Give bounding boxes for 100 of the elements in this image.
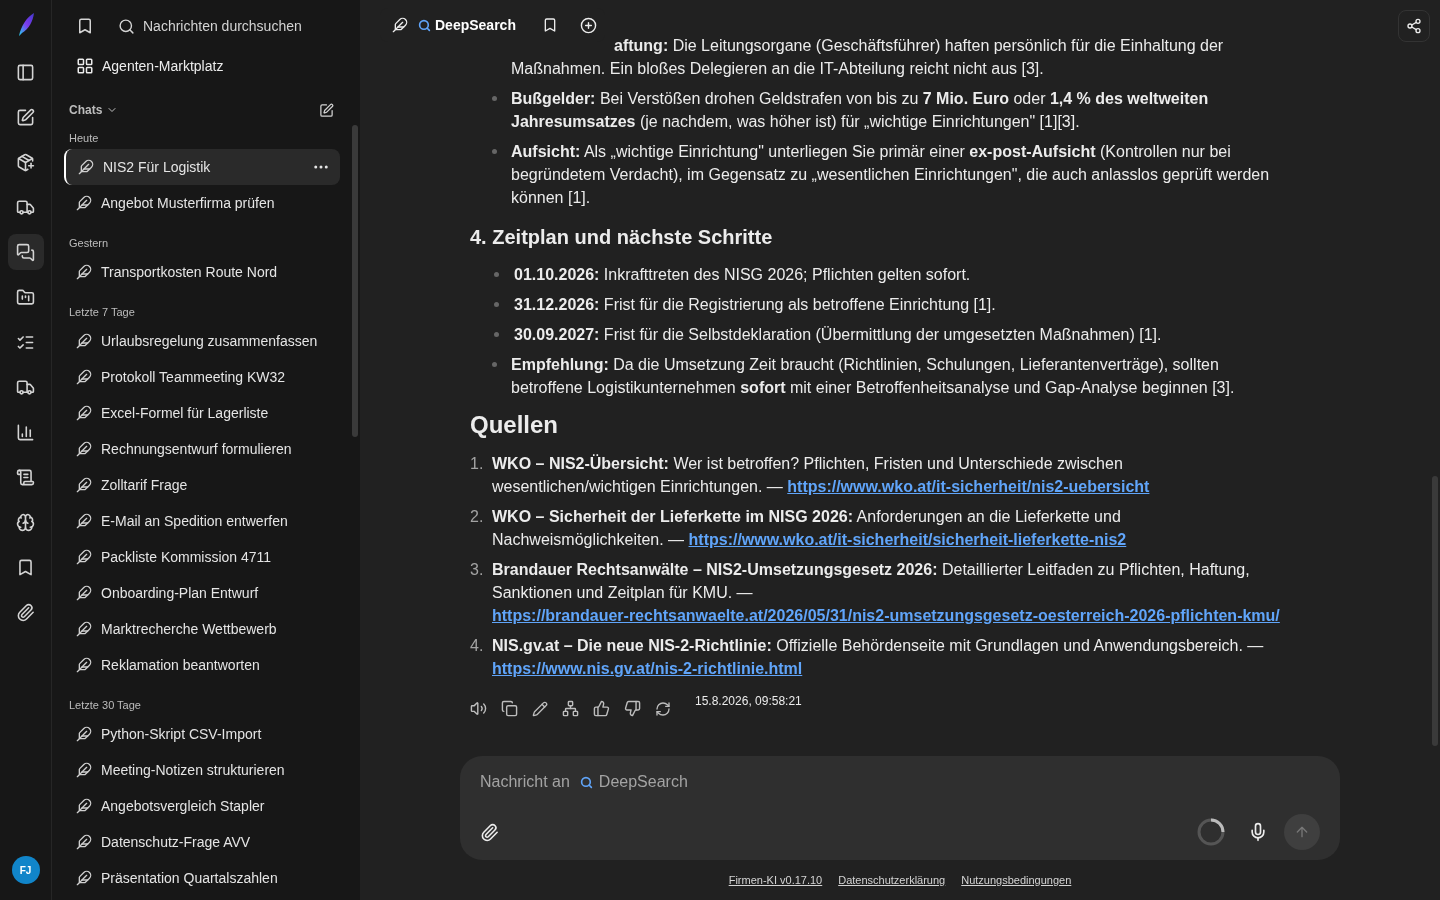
- chats-dropdown[interactable]: Chats: [69, 101, 119, 119]
- bookmark-icon[interactable]: [76, 17, 94, 35]
- footer-link[interactable]: Firmen-KI v0.17.10: [728, 871, 823, 889]
- feather-icon: [76, 264, 92, 280]
- feather-icon: [76, 405, 92, 421]
- pencil-icon[interactable]: [532, 700, 548, 717]
- bullet-text: Bußgelder: Bei Verstößen drohen Geldstrafen von bis zu 7 Mio. Euro oder 1,4 % des weltweiten Jahresumsatzes (je nachdem, was höher ist) für „wichtige Einrichtungen" [1][3].: [511, 89, 1210, 132]
- source-link[interactable]: https://www.wko.at/it-sicherheit/nis2-uebersicht: [787, 478, 1150, 495]
- paperclip-icon: [16, 602, 35, 622]
- chats-button[interactable]: [7, 234, 44, 270]
- feather-icon: [76, 333, 92, 349]
- chat-item[interactable]: Python-Skript CSV-Import: [64, 716, 340, 752]
- agent-chip[interactable]: DeepSearch: [418, 14, 516, 36]
- copy-icon[interactable]: [501, 700, 518, 717]
- source-text: NIS.gv.at – Die neue NIS-2-Richtlinie: Offizielle Behördenseite mit Grundlagen und Anwendungsbereich. — https://www.nis.gv.at/nis-2-richtlinie.html: [492, 636, 1265, 679]
- feather-icon[interactable]: [392, 17, 408, 33]
- source-text: WKO – Sicherheit der Lieferkette im NISG 2026: Anforderungen an die Lieferkette und Nachweismöglichkeiten. — https://www.wko.at/it-sicherheit/sicherheit-lieferkette-nis2: [492, 507, 1128, 550]
- chat-item[interactable]: Datenschutz-Frage AVV: [64, 824, 340, 860]
- source-link[interactable]: https://brandauer-rechtsanwaelte.at/2026/05/31/nis2-umsetzungsgesetz-oesterreich-2026-pflichten-kmu/: [492, 604, 1284, 627]
- feather-icon: [76, 195, 92, 211]
- chat-item[interactable]: Packliste Kommission 4711: [64, 539, 340, 575]
- chat-item[interactable]: Onboarding-Plan Entwurf: [64, 575, 340, 611]
- list-number: 3.: [470, 560, 484, 580]
- share-button[interactable]: [1398, 10, 1430, 42]
- paperclip-icon[interactable]: [480, 822, 499, 842]
- chat-title: Excel-Formel für Lagerliste: [101, 403, 270, 423]
- magnifier-icon: [579, 775, 593, 789]
- source-text: Brandauer Rechtsanwälte – NIS2-Umsetzungsgesetz 2026: Detaillierter Leitfaden zu Pflichten, Haftung, Sanktionen und Zeitplan für KMU. — https://brandauer-rechtsanwaelte.at/2026/05/31/nis2-umsetzungsgesetz-oesterreich-2026-pflichten-kmu/: [492, 558, 1284, 627]
- chat-item[interactable]: Marktrecherche Wettbewerb: [64, 611, 340, 647]
- regenerate-icon[interactable]: [655, 700, 671, 717]
- search-icon: [118, 17, 135, 35]
- bullet-icon: [492, 149, 497, 154]
- bullet-text: 30.09.2027: Frist für die Selbstdeklaration (Übermittlung der umgesetzten Maßnahmen) [1].: [514, 325, 1162, 345]
- chat-item[interactable]: Reklamation beantworten: [64, 647, 340, 683]
- chat-item[interactable]: NIS2 Für Logistik: [64, 149, 340, 185]
- branch-icon[interactable]: [562, 700, 579, 717]
- source-link[interactable]: https://www.nis.gv.at/nis-2-richtlinie.html: [492, 660, 803, 677]
- bar-chart-icon: [16, 422, 35, 442]
- chat-item[interactable]: Präsentation Quartalszahlen: [64, 860, 340, 896]
- chat-title: Python-Skript CSV-Import: [101, 724, 263, 744]
- feather-icon: [76, 369, 92, 385]
- new-chat-icon[interactable]: [579, 16, 597, 34]
- chat-item[interactable]: Angebotsvergleich Stapler: [64, 788, 340, 824]
- bullet-text: 01.10.2026: Inkrafttreten des NISG 2026; Pflichten gelten sofort.: [514, 265, 971, 285]
- spinner-icon: [1196, 817, 1226, 847]
- search-field[interactable]: Nachrichten durchsuchen: [118, 15, 302, 37]
- scroll-icon: [16, 467, 35, 487]
- feather-icon: [76, 726, 92, 742]
- folder-icon: [16, 287, 35, 307]
- truck-icon: [16, 197, 35, 217]
- chat-item[interactable]: Zolltarif Frage: [64, 467, 340, 503]
- source-link[interactable]: https://www.wko.at/it-sicherheit/sicherheit-lieferkette-nis2: [688, 531, 1127, 548]
- feather-icon: [78, 159, 94, 175]
- chat-title: Angebotsvergleich Stapler: [101, 796, 266, 816]
- bullet-icon: [492, 96, 497, 101]
- footer-link[interactable]: Datenschutzerklärung: [838, 871, 946, 889]
- chat-item[interactable]: Urlaubsregelung zusammenfassen: [64, 323, 340, 359]
- bullet-text: 31.12.2026: Frist für die Registrierung als betroffene Einrichtung [1].: [514, 295, 996, 315]
- feather-icon: [76, 798, 92, 814]
- group-label: Heute: [68, 131, 100, 146]
- chat-title: Präsentation Quartalszahlen: [101, 868, 279, 888]
- chat-item[interactable]: Excel-Formel für Lagerliste: [64, 395, 340, 431]
- list-number: 1.: [470, 454, 484, 474]
- chat-title: Onboarding-Plan Entwurf: [101, 583, 260, 603]
- brain-icon: [16, 512, 35, 532]
- chat-item[interactable]: E-Mail an Spedition entwerfen: [64, 503, 340, 539]
- section-heading: 4. Zeitplan und nächste Schritte: [470, 226, 774, 249]
- message-field[interactable]: Nachricht an DeepSearch: [480, 772, 1320, 792]
- thumbs-down-icon[interactable]: [624, 700, 641, 717]
- truck-icon: [16, 377, 35, 397]
- feather-icon: [76, 834, 92, 850]
- bullet-icon: [492, 362, 497, 367]
- chat-title: Urlaubsregelung zusammenfassen: [101, 331, 319, 351]
- chat-item[interactable]: Meeting-Notizen strukturieren: [64, 752, 340, 788]
- thumbs-up-icon[interactable]: [593, 700, 610, 717]
- new-chat-icon[interactable]: [319, 102, 334, 118]
- feather-icon: [76, 585, 92, 601]
- chat-title: Datenschutz-Frage AVV: [101, 832, 252, 852]
- chat-item[interactable]: Protokoll Teammeeting KW32: [64, 359, 340, 395]
- user-avatar[interactable]: FJ: [11, 856, 40, 884]
- timestamp: 15.8.2026, 09:58:21: [695, 693, 802, 710]
- new-chat-icon: [16, 107, 35, 127]
- chat-item[interactable]: Angebot Musterfirma prüfen: [64, 185, 340, 221]
- source-text: WKO – NIS2-Übersicht: Wer ist betroffen? Pflichten, Fristen und Unterschiede zwischen wesentlichen/wichtigen Einrichtungen. — https://www.wko.at/it-sicherheit/nis2-uebersicht: [492, 453, 1151, 497]
- grid-icon: [76, 57, 94, 75]
- feather-icon: [76, 762, 92, 778]
- section-heading: Quellen: [470, 413, 560, 436]
- microphone-icon[interactable]: [1248, 822, 1268, 842]
- chat-title: Angebot Musterfirma prüfen: [101, 193, 276, 213]
- scrollbar-thumb[interactable]: [352, 125, 358, 437]
- marketplace-link[interactable]: Agenten-Marktplatz: [76, 48, 340, 84]
- feather-icon: [76, 549, 92, 565]
- bookmark-icon: [16, 557, 35, 577]
- bullet-icon: [493, 272, 499, 277]
- magnifier-icon: [418, 18, 431, 32]
- chat-item[interactable]: Rechnungsentwurf formulieren: [64, 431, 340, 467]
- speaker-icon[interactable]: [470, 700, 487, 717]
- scrollbar-thumb[interactable]: [1432, 476, 1438, 746]
- chat-item[interactable]: Transportkosten Route Nord: [64, 254, 340, 290]
- footer-link[interactable]: Nutzungsbedingungen: [961, 871, 1072, 889]
